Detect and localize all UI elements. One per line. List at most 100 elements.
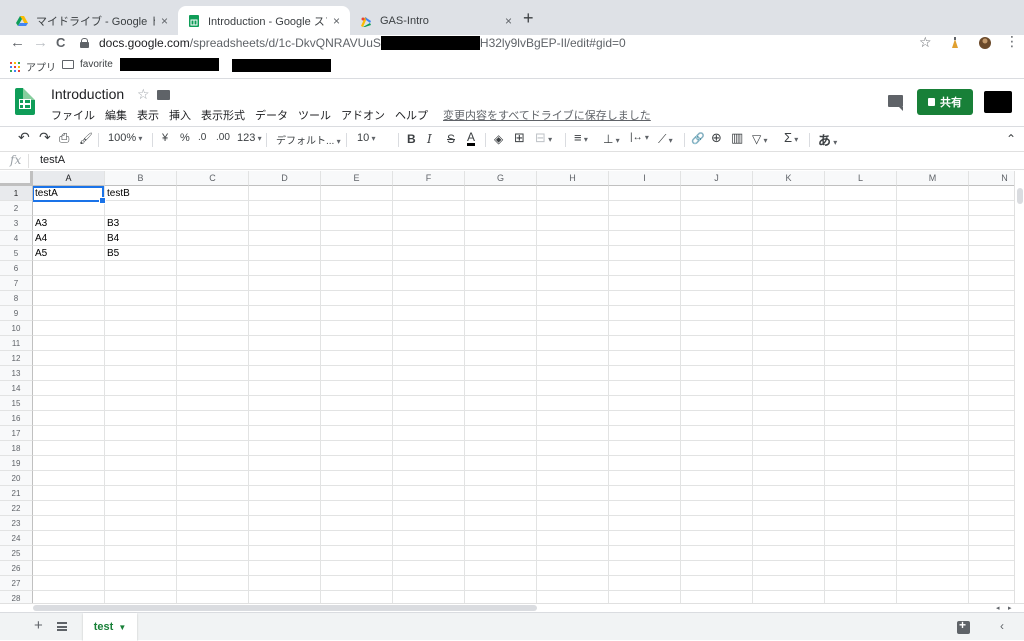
cell-a1[interactable]: testA: [33, 186, 105, 201]
filter-icon[interactable]: ▽: [752, 132, 767, 146]
row-header-2[interactable]: 2: [0, 201, 33, 216]
increase-decimal-button[interactable]: .00: [216, 132, 230, 143]
text-rotate-icon[interactable]: ⟋: [658, 132, 673, 147]
profile-extension-icon[interactable]: [978, 36, 992, 50]
column-header-n[interactable]: N: [969, 171, 1016, 186]
row-header-12[interactable]: 12: [0, 351, 33, 366]
cell-area[interactable]: [33, 186, 1016, 603]
insert-chart-icon[interactable]: ▥: [731, 130, 743, 146]
close-icon[interactable]: ×: [505, 14, 512, 28]
row-header-28[interactable]: 28: [0, 591, 33, 603]
merge-cells-icon[interactable]: ⊟: [535, 130, 552, 146]
star-icon[interactable]: ☆: [137, 86, 150, 103]
input-tools-icon[interactable]: あ: [818, 130, 837, 149]
row-header-15[interactable]: 15: [0, 396, 33, 411]
sheets-logo-icon[interactable]: [15, 88, 35, 115]
column-header-m[interactable]: M: [897, 171, 969, 186]
redo-icon[interactable]: ↷: [39, 129, 51, 146]
row-header-1[interactable]: 1: [0, 186, 33, 201]
row-header-23[interactable]: 23: [0, 516, 33, 531]
column-header-e[interactable]: E: [321, 171, 393, 186]
chevron-left-icon[interactable]: ‹: [1000, 619, 1004, 633]
menu-edit[interactable]: 編集: [105, 107, 127, 122]
column-header-h[interactable]: H: [537, 171, 609, 186]
menu-help[interactable]: ヘルプ: [395, 107, 428, 122]
zoom-select[interactable]: 100%: [108, 132, 142, 144]
italic-button[interactable]: I: [427, 132, 432, 146]
insert-link-icon[interactable]: 🔗: [691, 132, 705, 145]
row-header-16[interactable]: 16: [0, 411, 33, 426]
scroll-left-icon[interactable]: ◂: [996, 604, 1000, 612]
add-sheet-button[interactable]: +: [34, 617, 43, 634]
cell-a3[interactable]: A3: [33, 216, 105, 231]
row-header-9[interactable]: 9: [0, 306, 33, 321]
column-header-l[interactable]: L: [825, 171, 897, 186]
menu-file[interactable]: ファイル: [51, 107, 95, 122]
address-bar[interactable]: docs.google.com /spreadsheets/d/1c-DkvQN…: [80, 34, 944, 52]
row-header-8[interactable]: 8: [0, 291, 33, 306]
row-header-19[interactable]: 19: [0, 456, 33, 471]
row-header-11[interactable]: 11: [0, 336, 33, 351]
all-sheets-icon[interactable]: [57, 622, 67, 631]
explore-icon[interactable]: [957, 618, 970, 634]
sheet-tab-test[interactable]: test ▼: [83, 613, 137, 641]
row-header-14[interactable]: 14: [0, 381, 33, 396]
bookmark-favorite[interactable]: favorite: [62, 59, 113, 70]
menu-addons[interactable]: アドオン: [341, 107, 385, 122]
vertical-scrollbar[interactable]: [1014, 171, 1024, 603]
row-header-10[interactable]: 10: [0, 321, 33, 336]
close-icon[interactable]: ×: [161, 14, 168, 28]
horizontal-scroll-thumb[interactable]: [33, 605, 537, 611]
browser-tab-drive[interactable]: マイドライブ - Google ドライブ ×: [6, 6, 178, 35]
menu-format[interactable]: 表示形式: [201, 107, 245, 122]
column-header-k[interactable]: K: [753, 171, 825, 186]
bookmark-star-icon[interactable]: ☆: [919, 34, 932, 51]
row-header-17[interactable]: 17: [0, 426, 33, 441]
row-header-6[interactable]: 6: [0, 261, 33, 276]
cell-b5[interactable]: B5: [105, 246, 177, 261]
row-header-7[interactable]: 7: [0, 276, 33, 291]
print-icon[interactable]: ⎙: [59, 130, 69, 146]
row-header-21[interactable]: 21: [0, 486, 33, 501]
percent-format-button[interactable]: %: [180, 132, 190, 144]
paint-format-icon[interactable]: 🖌: [79, 132, 93, 145]
row-header-25[interactable]: 25: [0, 546, 33, 561]
row-header-3[interactable]: 3: [0, 216, 33, 231]
row-header-18[interactable]: 18: [0, 441, 33, 456]
document-title[interactable]: Introduction: [51, 86, 124, 102]
vertical-align-icon[interactable]: ⊥: [603, 132, 620, 146]
column-header-f[interactable]: F: [393, 171, 465, 186]
row-header-4[interactable]: 4: [0, 231, 33, 246]
text-wrap-icon[interactable]: |↔: [630, 132, 649, 143]
avatar[interactable]: [984, 91, 1012, 116]
cell-a5[interactable]: A5: [33, 246, 105, 261]
number-format-select[interactable]: 123: [237, 132, 262, 144]
select-all-corner[interactable]: [0, 171, 33, 186]
cell-b1[interactable]: testB: [105, 186, 177, 201]
column-header-g[interactable]: G: [465, 171, 537, 186]
column-header-i[interactable]: I: [609, 171, 681, 186]
decrease-decimal-button[interactable]: .0: [198, 132, 206, 143]
bold-button[interactable]: B: [407, 132, 416, 146]
insert-comment-icon[interactable]: ⊕: [711, 130, 722, 146]
comments-icon[interactable]: [888, 95, 903, 111]
menu-data[interactable]: データ: [255, 107, 288, 122]
functions-icon[interactable]: Σ: [784, 130, 798, 145]
cell-b3[interactable]: B3: [105, 216, 177, 231]
chevron-down-icon[interactable]: ▼: [118, 623, 126, 632]
scroll-right-icon[interactable]: ▸: [1008, 604, 1012, 612]
currency-format-button[interactable]: ¥: [162, 132, 168, 144]
collapse-menus-icon[interactable]: ⌃: [1006, 132, 1016, 146]
menu-view[interactable]: 表示: [137, 107, 159, 122]
borders-icon[interactable]: ⊞: [514, 130, 525, 146]
column-header-j[interactable]: J: [681, 171, 753, 186]
row-header-26[interactable]: 26: [0, 561, 33, 576]
cell-b4[interactable]: B4: [105, 231, 177, 246]
fill-color-icon[interactable]: ◈: [494, 132, 503, 146]
horizontal-align-icon[interactable]: ≡: [574, 130, 588, 145]
browser-tab-gas[interactable]: GAS-Intro ×: [350, 6, 522, 35]
row-header-13[interactable]: 13: [0, 366, 33, 381]
move-folder-icon[interactable]: [157, 90, 170, 100]
save-status[interactable]: 変更内容をすべてドライブに保存しました: [443, 107, 651, 122]
menu-insert[interactable]: 挿入: [169, 107, 191, 122]
